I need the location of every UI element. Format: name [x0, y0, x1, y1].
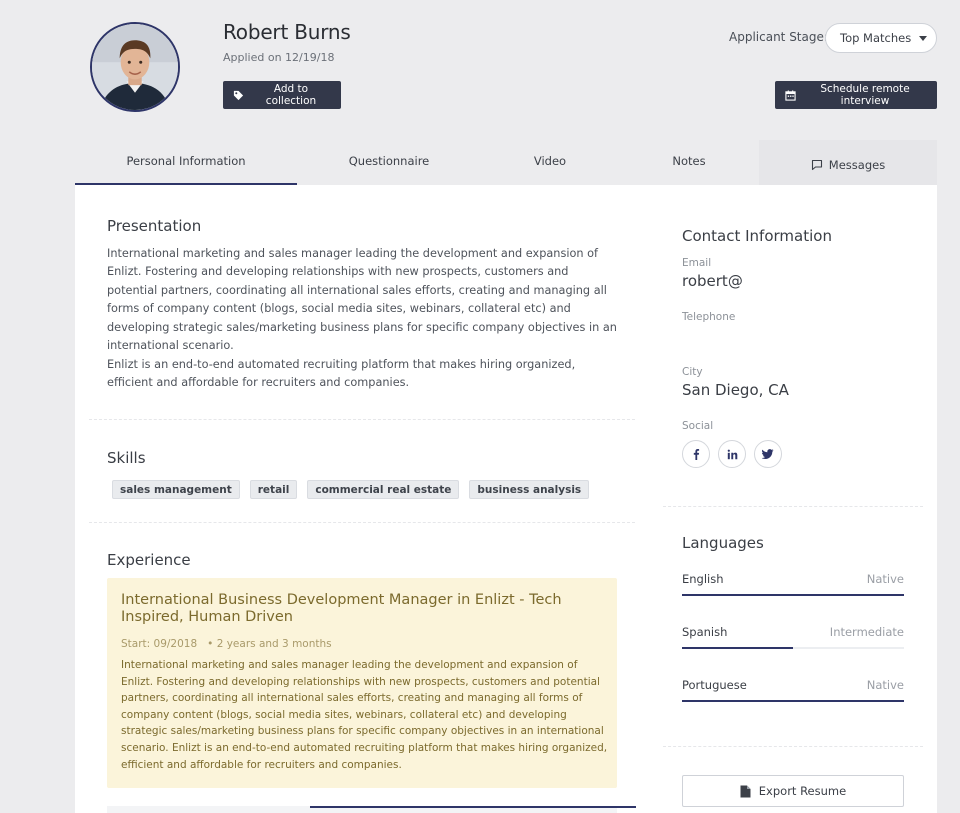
- skill-chip: business analysis: [469, 480, 590, 499]
- applicant-stage-select[interactable]: Top Matches: [825, 23, 937, 53]
- tab-messages[interactable]: Messages: [759, 140, 937, 185]
- avatar-portrait-icon: [92, 24, 178, 110]
- languages-title: Languages: [682, 534, 764, 552]
- presentation-paragraph: International marketing and sales manage…: [107, 247, 617, 353]
- experience-duration: • 2 years and 3 months: [207, 638, 332, 650]
- language-proficiency-bar: [682, 700, 904, 702]
- linkedin-icon[interactable]: [718, 440, 746, 468]
- add-to-collection-button[interactable]: Add to collection: [223, 81, 341, 109]
- profile-card: Presentation International marketing and…: [75, 185, 937, 813]
- city-value: San Diego, CA: [682, 381, 789, 399]
- export-resume-label: Export Resume: [758, 784, 847, 798]
- tag-icon: [233, 90, 244, 100]
- skill-chip: retail: [249, 480, 298, 499]
- applicant-stage-label: Applicant Stage:: [729, 30, 828, 44]
- presentation-paragraph: Enlizt is an end-to-end automated recrui…: [107, 358, 576, 390]
- add-to-collection-label: Add to collection: [265, 83, 317, 107]
- tab-label: Personal Information: [126, 153, 246, 168]
- tab-label: Messages: [828, 157, 886, 172]
- experience-item: International Business Development Manag…: [107, 578, 617, 788]
- message-icon: [811, 159, 822, 170]
- language-name: Portuguese: [682, 678, 747, 692]
- divider: [89, 522, 635, 523]
- caret-down-icon: [919, 35, 928, 41]
- skills-title: Skills: [107, 449, 146, 467]
- language-proficiency-fill: [682, 647, 793, 649]
- experience-description: International marketing and sales manage…: [121, 659, 608, 771]
- language-name: Spanish: [682, 625, 728, 639]
- skills-list: sales management retail commercial real …: [112, 480, 590, 499]
- document-icon: [740, 785, 751, 797]
- facebook-icon[interactable]: [682, 440, 710, 468]
- candidate-name: Robert Burns: [223, 20, 351, 44]
- city-label: City: [682, 366, 703, 378]
- skill-chip: commercial real estate: [307, 480, 460, 499]
- applicant-stage-value: Top Matches: [840, 31, 912, 45]
- tab-video[interactable]: Video: [481, 140, 619, 185]
- skill-chip: sales management: [112, 480, 240, 499]
- telephone-label: Telephone: [682, 311, 736, 323]
- schedule-interview-button[interactable]: Schedule remote interview: [775, 81, 937, 109]
- schedule-interview-label: Schedule remote interview: [820, 83, 910, 107]
- language-proficiency-fill: [682, 700, 904, 702]
- divider: [663, 506, 923, 507]
- tab-label: Questionnaire: [348, 153, 430, 168]
- tab-label: Video: [533, 153, 567, 168]
- avatar: [90, 22, 180, 112]
- tab-questionnaire[interactable]: Questionnaire: [297, 140, 481, 185]
- social-links: [682, 440, 782, 468]
- language-level: Intermediate: [829, 625, 904, 639]
- divider: [663, 746, 923, 747]
- language-proficiency-fill: [682, 594, 904, 596]
- language-name: English: [682, 572, 724, 586]
- experience-item-next-bar: [310, 806, 636, 808]
- export-resume-button[interactable]: Export Resume: [682, 775, 904, 807]
- divider: [89, 419, 635, 420]
- experience-title: Experience: [107, 551, 191, 569]
- profile-tabs: Personal Information Questionnaire Video…: [75, 140, 937, 185]
- calendar-icon: [785, 89, 796, 101]
- contact-title: Contact Information: [682, 227, 832, 245]
- presentation-title: Presentation: [107, 217, 202, 235]
- experience-start: Start: 09/2018: [121, 638, 198, 650]
- twitter-icon[interactable]: [754, 440, 782, 468]
- language-level: Native: [866, 572, 904, 586]
- tab-personal-information[interactable]: Personal Information: [75, 140, 297, 185]
- experience-job-title: International Business Development Manag…: [121, 592, 562, 625]
- language-proficiency-bar: [682, 647, 904, 649]
- social-label: Social: [682, 420, 714, 432]
- applied-date: Applied on 12/19/18: [223, 51, 335, 64]
- email-label: Email: [682, 257, 712, 269]
- tab-notes[interactable]: Notes: [619, 140, 759, 185]
- experience-meta: Start: 09/2018 • 2 years and 3 months: [121, 638, 332, 650]
- language-proficiency-bar: [682, 594, 904, 596]
- tab-label: Notes: [672, 153, 706, 168]
- email-value: robert@: [682, 272, 743, 290]
- language-level: Native: [866, 678, 904, 692]
